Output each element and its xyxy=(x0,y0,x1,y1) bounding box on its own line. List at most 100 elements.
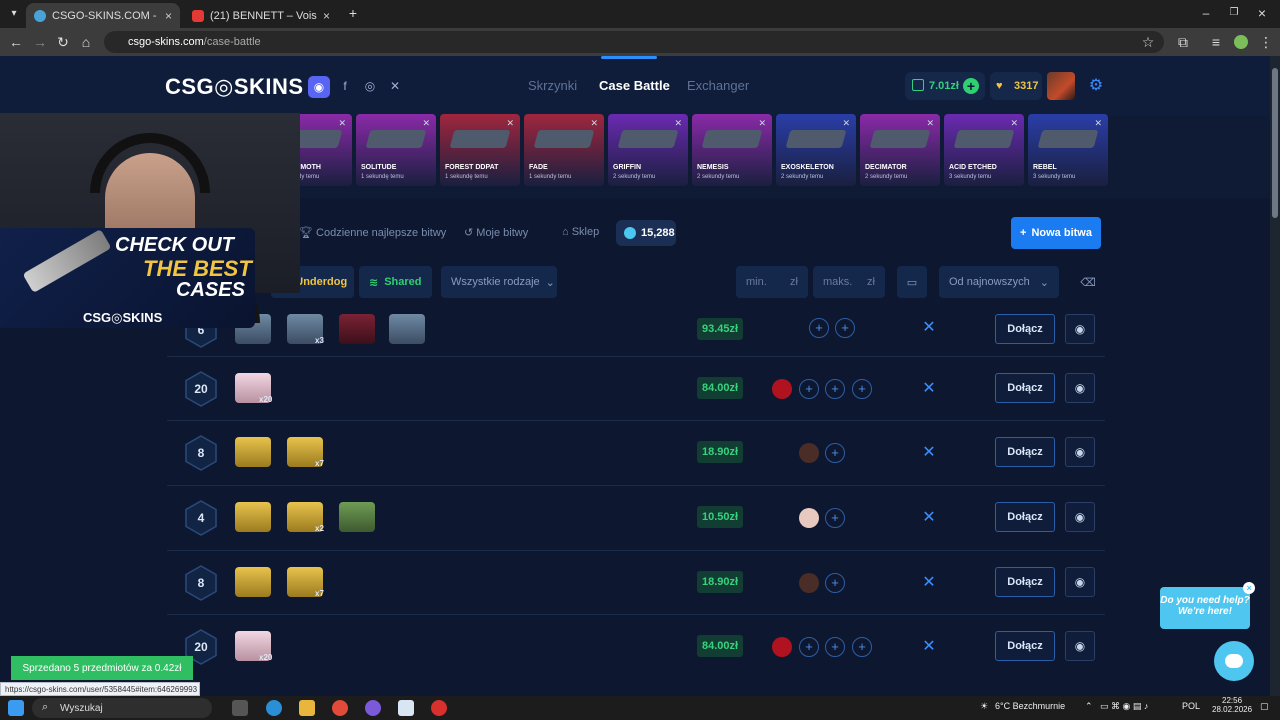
close-icon[interactable]: ✕ xyxy=(1094,118,1102,129)
reload-icon[interactable]: ↻ xyxy=(55,34,71,50)
close-icon[interactable]: ✕ xyxy=(338,118,346,129)
nav-skrzynki[interactable]: Skrzynki xyxy=(528,78,577,93)
eye-icon[interactable]: ◉ xyxy=(1065,437,1095,467)
empty-slot-plus[interactable]: + xyxy=(799,637,819,657)
close-icon[interactable]: × xyxy=(1243,582,1255,594)
tab-search-icon[interactable]: ▾ xyxy=(6,6,22,22)
player-avatar[interactable] xyxy=(772,379,792,399)
scrollbar[interactable] xyxy=(1270,56,1280,696)
close-icon[interactable]: ✕ xyxy=(674,118,682,129)
live-drop-card[interactable]: ✕ FOREST DDPAT 1 sekundę temu xyxy=(440,114,520,186)
deposit-plus-button[interactable]: + xyxy=(963,78,979,94)
back-icon[interactable]: ← xyxy=(8,34,24,50)
close-icon[interactable]: × xyxy=(323,9,330,23)
live-drop-card[interactable]: ✕ ACID ETCHED 3 sekundy temu xyxy=(944,114,1024,186)
url-field[interactable]: csgo-skins.com/case-battle xyxy=(104,31,1164,53)
empty-slot-plus[interactable]: + xyxy=(825,443,845,463)
player-avatar[interactable] xyxy=(799,573,819,593)
live-drop-card[interactable]: ✕ NEMESIS 2 sekundy temu xyxy=(692,114,772,186)
gear-icon[interactable]: ⚙ xyxy=(1086,76,1106,96)
live-drop-card[interactable]: ✕ FADE 1 sekundy temu xyxy=(524,114,604,186)
empty-slot-plus[interactable]: + xyxy=(835,318,855,338)
join-button[interactable]: Dołącz xyxy=(995,314,1055,344)
filter-shared[interactable]: ≋ Shared xyxy=(359,266,432,298)
x-icon[interactable]: ✕ xyxy=(385,76,405,96)
calendar-icon[interactable]: ▭ xyxy=(897,266,927,298)
weather-text[interactable]: 6°C Bezchmurnie xyxy=(995,701,1065,711)
empty-slot-plus[interactable]: + xyxy=(825,508,845,528)
sort-select[interactable]: Od najnowszych ⌄ xyxy=(939,266,1059,298)
tab-csgo-skins[interactable]: CSGO-SKINS.COM - Najlepsze × xyxy=(26,3,180,28)
app-icon[interactable] xyxy=(365,700,381,716)
gems-badge[interactable]: 15,288 xyxy=(616,220,676,246)
filter-all-types[interactable]: Wszystkie rodzaje ⌄ xyxy=(441,266,557,298)
join-button[interactable]: Dołącz xyxy=(995,437,1055,467)
join-button[interactable]: Dołącz xyxy=(995,631,1055,661)
max-price-input[interactable]: maks. zł xyxy=(813,266,885,298)
empty-slot-plus[interactable]: + xyxy=(852,379,872,399)
empty-slot-plus[interactable]: + xyxy=(799,379,819,399)
tab-youtube[interactable]: (21) BENNETT – Vois sur ton chemin × xyxy=(184,3,338,28)
taskbar-search[interactable]: ⌕ Wyszukaj xyxy=(32,698,212,718)
record-icon[interactable] xyxy=(431,700,447,716)
task-view-icon[interactable] xyxy=(232,700,248,716)
notification-icon[interactable]: ▢ xyxy=(1260,701,1269,712)
join-button[interactable]: Dołącz xyxy=(995,502,1055,532)
close-icon[interactable]: ✕ xyxy=(926,118,934,129)
home-icon[interactable]: ⌂ xyxy=(78,34,94,50)
bookmark-star-icon[interactable]: ☆ xyxy=(1140,34,1156,50)
notepad-icon[interactable] xyxy=(398,700,414,716)
eye-icon[interactable]: ◉ xyxy=(1065,314,1095,344)
chat-button[interactable] xyxy=(1214,641,1254,681)
user-avatar[interactable] xyxy=(1047,72,1075,100)
player-avatar[interactable] xyxy=(772,637,792,657)
eye-icon[interactable]: ◉ xyxy=(1065,502,1095,532)
close-icon[interactable]: ✕ xyxy=(1010,118,1018,129)
live-drop-card[interactable]: ✕ GRIFFIN 2 sekundy temu xyxy=(608,114,688,186)
eraser-icon[interactable]: ⌫ xyxy=(1072,266,1104,298)
windows-start-icon[interactable] xyxy=(8,700,24,716)
live-drop-card[interactable]: ✕ REBEL 3 sekundy temu xyxy=(1028,114,1108,186)
balance-badge[interactable]: 7.01zł + xyxy=(905,72,985,100)
new-tab-icon[interactable]: + xyxy=(345,5,361,21)
eye-icon[interactable]: ◉ xyxy=(1065,631,1095,661)
close-icon[interactable]: ✕ xyxy=(590,118,598,129)
file-explorer-icon[interactable] xyxy=(299,700,315,716)
join-button[interactable]: Dołącz xyxy=(995,373,1055,403)
empty-slot-plus[interactable]: + xyxy=(825,573,845,593)
help-bubble[interactable]: Do you need help? We're here! × xyxy=(1160,582,1255,629)
player-avatar[interactable] xyxy=(799,443,819,463)
tab-daily-best[interactable]: 🏆︎ Codzienne najlepsze bitwy xyxy=(299,226,446,239)
profile-icon[interactable] xyxy=(1234,35,1248,49)
tab-my-battles[interactable]: ↺ Moje bitwy xyxy=(464,226,528,239)
menu-icon[interactable]: ⋮ xyxy=(1258,34,1274,50)
extensions-icon[interactable]: ⧉ xyxy=(1175,34,1191,50)
maximize-icon[interactable]: ❐ xyxy=(1226,5,1242,21)
instagram-icon[interactable]: ◎ xyxy=(360,76,380,96)
edge-icon[interactable] xyxy=(266,700,282,716)
coins-badge[interactable]: ♥ 3317 xyxy=(990,72,1042,100)
player-avatar[interactable] xyxy=(799,508,819,528)
tray-chevron-icon[interactable]: ⌃ xyxy=(1085,701,1093,712)
language-indicator[interactable]: POL xyxy=(1182,701,1200,711)
tab-shop[interactable]: ⌂ Sklep xyxy=(562,226,599,238)
clock[interactable]: 22:56 28.02.2026 xyxy=(1212,696,1252,714)
facebook-icon[interactable]: f xyxy=(335,76,355,96)
scrollbar-thumb[interactable] xyxy=(1272,68,1278,218)
live-drop-card[interactable]: ✕ SOLITUDE 1 sekundę temu xyxy=(356,114,436,186)
eye-icon[interactable]: ◉ xyxy=(1065,373,1095,403)
new-battle-button[interactable]: + Nowa bitwa xyxy=(1011,217,1101,249)
min-price-input[interactable]: min. zł xyxy=(736,266,808,298)
window-close-icon[interactable]: × xyxy=(1254,5,1270,21)
close-icon[interactable]: ✕ xyxy=(842,118,850,129)
empty-slot-plus[interactable]: + xyxy=(825,379,845,399)
discord-icon[interactable]: ◉ xyxy=(308,76,330,98)
join-button[interactable]: Dołącz xyxy=(995,567,1055,597)
live-drop-card[interactable]: ✕ EXOSKELETON 2 sekundy temu xyxy=(776,114,856,186)
minimize-icon[interactable]: – xyxy=(1198,5,1214,21)
nav-exchanger[interactable]: Exchanger xyxy=(687,78,749,93)
live-drop-card[interactable]: ✕ DECIMATOR 2 sekundy temu xyxy=(860,114,940,186)
empty-slot-plus[interactable]: + xyxy=(852,637,872,657)
close-icon[interactable]: ✕ xyxy=(506,118,514,129)
tray-icons[interactable]: ▭ ⌘ ◉ ▤ ♪ xyxy=(1100,701,1148,712)
